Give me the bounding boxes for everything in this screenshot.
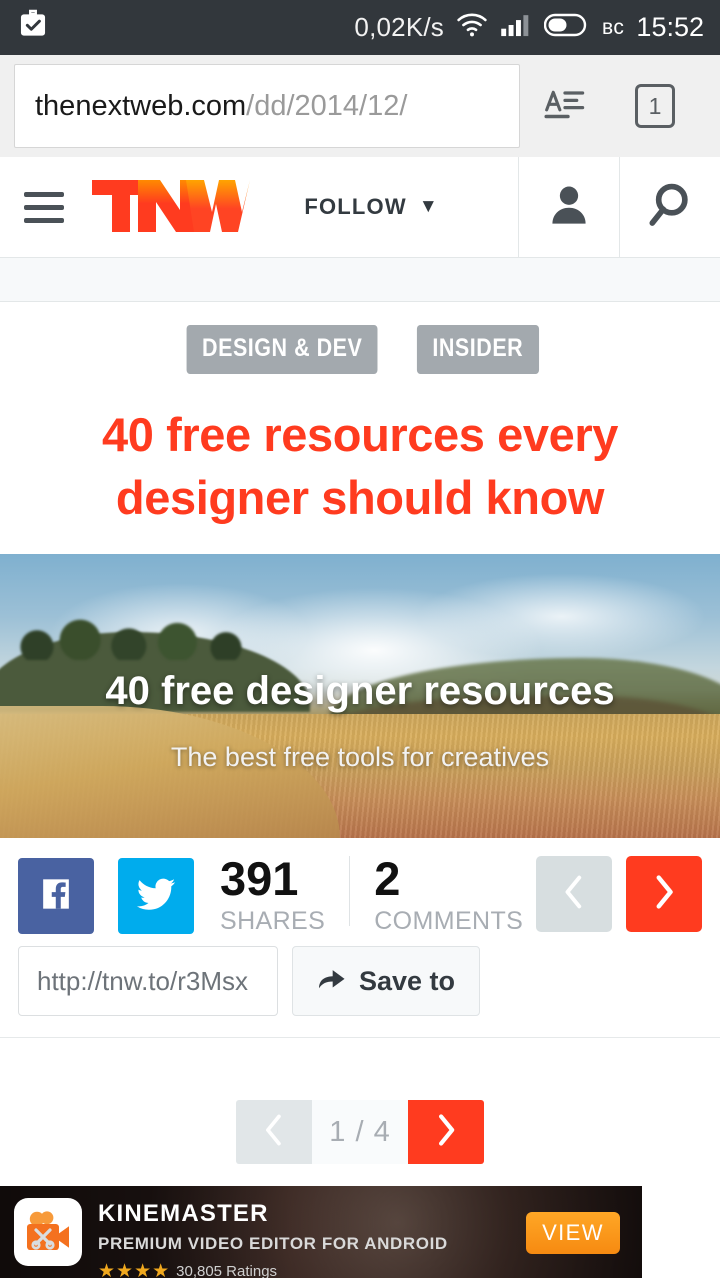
- status-bar-day: вс: [602, 15, 625, 39]
- address-bar[interactable]: thenextweb.com/dd/2014/12/: [14, 64, 520, 148]
- twitter-icon: [133, 871, 179, 922]
- network-speed-text: 0,02K/s: [354, 12, 444, 42]
- android-status-bar: 0,02K/s вс 15:52: [0, 0, 720, 55]
- next-article-button[interactable]: [626, 856, 702, 932]
- briefcase-check-icon: [16, 8, 50, 47]
- ad-ratings-count: 30,805 Ratings: [176, 1263, 278, 1278]
- search-button[interactable]: [619, 157, 720, 257]
- reader-mode-icon: [543, 84, 587, 129]
- save-to-label: Save to: [359, 965, 456, 996]
- ad-app-icon: [14, 1198, 82, 1266]
- follow-dropdown[interactable]: FOLLOW ▼: [250, 157, 518, 257]
- ad-banner[interactable]: KINEMASTER PREMIUM VIDEO EDITOR FOR ANDR…: [0, 1186, 642, 1278]
- tag-design-dev[interactable]: DESIGN & DEV: [186, 325, 378, 374]
- site-header: FOLLOW ▼: [0, 157, 720, 258]
- facebook-share-button[interactable]: [18, 858, 94, 935]
- account-button[interactable]: [518, 157, 619, 257]
- facebook-icon: [34, 872, 78, 921]
- ad-title: KINEMASTER: [98, 1200, 269, 1227]
- share-bar: 391 SHARES 2 COMMENTS http://tnw.to/r3Ms…: [0, 838, 720, 1038]
- follow-label: FOLLOW: [304, 194, 407, 219]
- article-hero-image: 40 free designer resources The best free…: [0, 554, 720, 838]
- reader-mode-button[interactable]: [520, 64, 610, 148]
- status-bar-clock: 15:52: [636, 12, 704, 42]
- article-title: 40 free resources every designer should …: [101, 408, 619, 524]
- shares-count: 391: [220, 852, 299, 905]
- search-icon: [647, 182, 693, 233]
- url-host-text: thenextweb.com: [35, 89, 247, 122]
- battery-icon: [543, 12, 590, 43]
- phone-screen: 0,02K/s вс 15:52 thenextweb.com /dd/2014…: [0, 0, 720, 1280]
- wifi-icon: [456, 11, 488, 44]
- hero-overlay-title: 40 free designer resources: [105, 669, 615, 713]
- shares-block: 391 SHARES: [220, 852, 326, 936]
- status-bar-left: [16, 8, 50, 47]
- hero-trees: [10, 616, 280, 660]
- save-to-button[interactable]: Save to: [292, 946, 481, 1016]
- counts-divider: [349, 856, 351, 926]
- tag-insider[interactable]: INSIDER: [417, 325, 540, 374]
- pagination-next-button[interactable]: [408, 1100, 484, 1164]
- previous-article-button[interactable]: [536, 856, 612, 932]
- share-row: 391 SHARES 2 COMMENTS: [18, 852, 524, 936]
- chevron-down-icon: ▼: [418, 196, 438, 217]
- short-url-field[interactable]: http://tnw.to/r3Msx: [18, 946, 278, 1016]
- article-tags: DESIGN & DEV INSIDER: [0, 325, 720, 374]
- article-pagination: 1 / 4: [0, 1100, 720, 1164]
- ad-subtitle: PREMIUM VIDEO EDITOR FOR ANDROID: [98, 1234, 448, 1253]
- comments-label: COMMENTS: [374, 907, 524, 936]
- ad-view-button[interactable]: VIEW: [526, 1212, 620, 1254]
- pagination-prev-button[interactable]: [236, 1100, 312, 1164]
- pagination-page-label: 1 / 4: [312, 1100, 408, 1164]
- article-nav-buttons: [536, 856, 702, 932]
- browser-toolbar: thenextweb.com/dd/2014/12/ 1: [0, 55, 720, 157]
- share-arrow-icon: [317, 965, 347, 998]
- ad-text-block: KINEMASTER PREMIUM VIDEO EDITOR FOR ANDR…: [98, 1200, 448, 1278]
- comments-count: 2: [374, 852, 401, 905]
- site-subbar: [0, 258, 720, 302]
- chevron-right-icon: [651, 874, 677, 914]
- share-counts: 391 SHARES 2 COMMENTS: [220, 852, 524, 936]
- tab-switcher-button[interactable]: 1: [610, 64, 700, 148]
- user-account-icon: [548, 183, 590, 232]
- shares-label: SHARES: [220, 907, 326, 936]
- site-header-left: [0, 157, 250, 257]
- twitter-share-button[interactable]: [118, 858, 194, 935]
- url-path-text: /dd/2014/12/: [246, 89, 408, 122]
- pagination-group: 1 / 4: [236, 1100, 484, 1164]
- hamburger-menu-icon[interactable]: [24, 191, 64, 223]
- ad-rating-row: ★★★★ 30,805 Ratings: [98, 1260, 448, 1278]
- save-row: http://tnw.to/r3Msx Save to: [18, 946, 481, 1016]
- comments-block: 2 COMMENTS: [374, 852, 524, 936]
- hero-overlay-subtitle: The best free tools for creatives: [170, 742, 550, 772]
- chevron-right-icon: [434, 1113, 458, 1151]
- tnw-logo[interactable]: [88, 176, 250, 239]
- tab-count-badge: 1: [635, 84, 675, 128]
- ad-star-rating-icon: ★★★★: [98, 1261, 171, 1278]
- status-bar-right: 0,02K/s вс 15:52: [354, 11, 704, 44]
- chevron-left-icon: [262, 1114, 286, 1151]
- cellular-signal-icon: [500, 11, 532, 44]
- chevron-left-icon: [561, 875, 587, 914]
